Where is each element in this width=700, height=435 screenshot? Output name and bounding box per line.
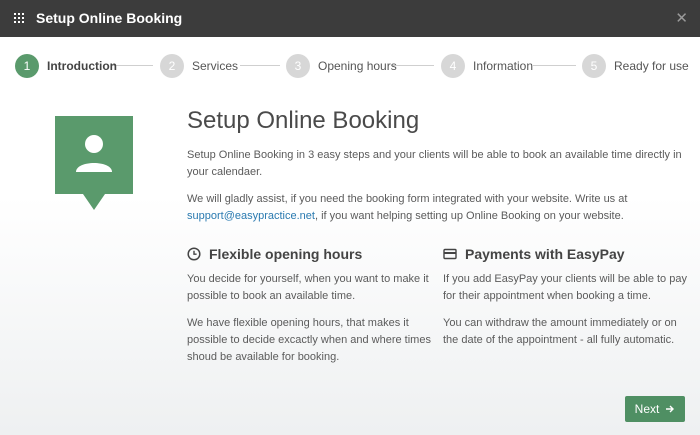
feature-title: Flexible opening hours [209, 246, 363, 262]
clock-icon [187, 247, 201, 261]
feature-heading: Flexible opening hours [187, 243, 433, 265]
dialog-titlebar: Setup Online Booking ✕ [0, 0, 700, 37]
close-icon[interactable]: ✕ [675, 9, 688, 27]
step-number: 5 [582, 54, 606, 78]
step-opening-hours[interactable]: 3 Opening hours [286, 53, 397, 79]
user-marker-illustration [55, 116, 133, 210]
step-number: 1 [15, 54, 39, 78]
assist-text: We will gladly assist, if you need the b… [187, 193, 628, 205]
credit-card-icon [443, 248, 457, 260]
grid-menu-icon[interactable] [14, 13, 24, 23]
step-ready-for-use[interactable]: 5 Ready for use [582, 53, 689, 79]
step-connector [392, 65, 434, 66]
step-introduction[interactable]: 1 Introduction [15, 53, 117, 79]
step-information[interactable]: 4 Information [441, 53, 533, 79]
assist-paragraph: We will gladly assist, if you need the b… [187, 191, 687, 225]
feature-easypay: Payments with EasyPay If you add EasyPay… [443, 243, 689, 349]
step-connector [240, 65, 280, 66]
feature-title: Payments with EasyPay [465, 246, 625, 262]
feature-paragraph: If you add EasyPay your clients will be … [443, 273, 687, 302]
wizard-stepper: 1 Introduction 2 Services 3 Opening hour… [0, 37, 700, 95]
step-number: 4 [441, 54, 465, 78]
next-button-label: Next [634, 402, 660, 416]
step-connector [533, 65, 576, 66]
step-connector [111, 65, 153, 66]
step-services[interactable]: 2 Services [160, 53, 238, 79]
dialog-title: Setup Online Booking [36, 10, 183, 26]
page-title: Setup Online Booking [187, 107, 420, 134]
next-button[interactable]: Next [625, 396, 685, 422]
feature-paragraph: We have flexible opening hours, that mak… [187, 317, 431, 363]
support-email-link[interactable]: support@easypractice.net [187, 210, 315, 222]
arrow-right-icon [666, 405, 675, 413]
intro-section: Setup Online Booking Setup Online Bookin… [187, 107, 687, 225]
step-number: 3 [286, 54, 310, 78]
feature-paragraph: You decide for yourself, when you want t… [187, 273, 429, 302]
step-label: Services [192, 59, 239, 73]
step-label: Introduction [47, 59, 117, 73]
intro-paragraph: Setup Online Booking in 3 easy steps and… [187, 149, 682, 178]
step-label: Information [473, 59, 534, 73]
step-label: Opening hours [318, 59, 397, 73]
dialog-body: 1 Introduction 2 Services 3 Opening hour… [0, 37, 700, 435]
step-label: Ready for use [614, 59, 689, 73]
feature-paragraph: You can withdraw the amount immediately … [443, 317, 677, 346]
assist-text-after: , if you want helping setting up Online … [314, 210, 624, 222]
step-number: 2 [160, 54, 184, 78]
feature-opening-hours: Flexible opening hours You decide for yo… [187, 243, 433, 366]
feature-heading: Payments with EasyPay [443, 243, 689, 265]
